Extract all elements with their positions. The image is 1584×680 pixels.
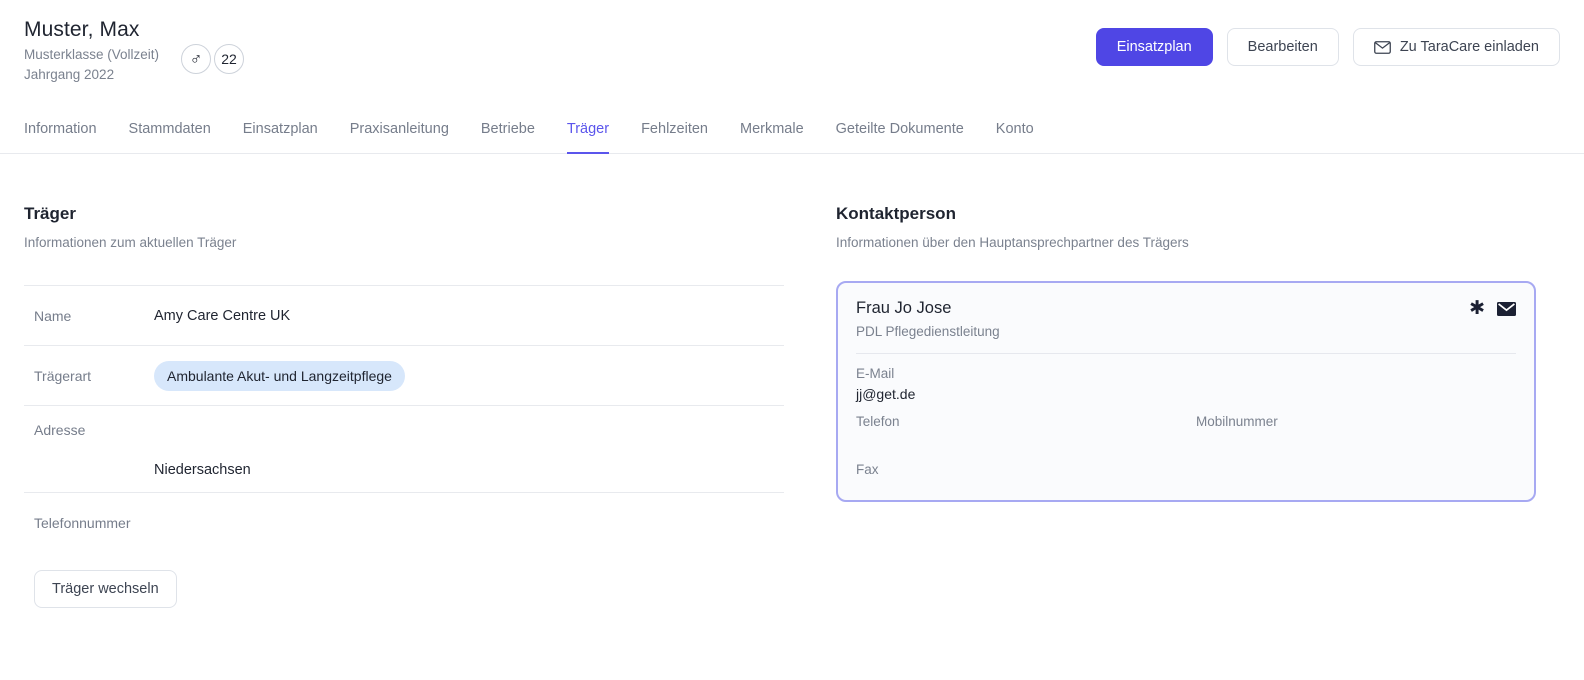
contact-person-card[interactable]: Frau Jo Jose PDL Pflegedienstleitung ✱ E… [836, 281, 1536, 502]
student-class: Musterklasse (Vollzeit) [24, 47, 160, 62]
traeger-label-traegerart: Trägerart [34, 367, 92, 384]
traeger-row-traegerart: Trägerart Ambulante Akut- und Langzeitpf… [24, 345, 784, 405]
page-title: Muster, Max [24, 18, 140, 41]
card-divider [856, 353, 1516, 354]
contact-email-label: E-Mail [856, 366, 895, 381]
mail-icon [1373, 40, 1391, 54]
contact-card-identity: Frau Jo Jose PDL Pflegedienstleitung [856, 297, 1000, 341]
traeger-label-adresse: Adresse [34, 422, 86, 438]
tab-betriebe[interactable]: Betriebe [465, 119, 551, 153]
contact-phone-value [856, 432, 1196, 452]
tab-praxisanleitung[interactable]: Praxisanleitung [334, 119, 465, 153]
tab-merkmale[interactable]: Merkmale [724, 119, 820, 153]
identity-meta: Musterklasse (Vollzeit) Jahrgang 2022 [24, 45, 159, 85]
contact-fax-label: Fax [856, 462, 879, 477]
contact-email-value: jj@get.de [856, 386, 916, 402]
contact-name: Frau Jo Jose [856, 299, 952, 317]
kontaktperson-section: Kontaktperson Informationen über den Hau… [836, 202, 1536, 608]
traeger-row-adresse: Adresse Niedersachsen [24, 405, 784, 492]
tab-einsatzplan[interactable]: Einsatzplan [227, 119, 334, 153]
invite-taracare-button[interactable]: Zu TaraCare einladen [1352, 28, 1560, 66]
invite-taracare-label: Zu TaraCare einladen [1399, 39, 1539, 55]
contact-email-field: E-Mail jj@get.de [856, 364, 1516, 404]
traeger-row-name: Name Amy Care Centre UK [24, 285, 784, 345]
contact-phone-label: Telefon [856, 414, 900, 429]
traeger-value-traegerart-wrap: Ambulante Akut- und Langzeitpflege [154, 360, 405, 391]
content-area: Träger Informationen zum aktuellen Träge… [0, 154, 1584, 608]
contact-fax-field: Fax [856, 460, 1516, 480]
kontaktperson-title: Kontaktperson [836, 204, 956, 223]
identity-badges: ♂ 22 [181, 44, 245, 74]
traeger-label-telefonnummer: Telefonnummer [34, 514, 131, 531]
asterisk-icon[interactable]: ✱ [1469, 299, 1485, 318]
traeger-row-telefonnummer: Telefonnummer [24, 492, 784, 552]
contact-card-icons: ✱ [1469, 297, 1516, 318]
traeger-section: Träger Informationen zum aktuellen Träge… [24, 202, 784, 608]
student-identity: Muster, Max Musterklasse (Vollzeit) Jahr… [24, 16, 245, 85]
page-header: Muster, Max Musterklasse (Vollzeit) Jahr… [0, 0, 1584, 85]
contact-card-body: E-Mail jj@get.de Telefon Mobilnummer Fax [838, 353, 1534, 500]
traeger-value-name: Amy Care Centre UK [154, 307, 291, 324]
einsatzplan-button[interactable]: Einsatzplan [1095, 28, 1213, 66]
tab-information[interactable]: Information [24, 119, 113, 153]
tab-traeger[interactable]: Träger [551, 119, 625, 154]
contact-phone-row: Telefon Mobilnummer [856, 412, 1516, 460]
tab-geteilte-dokumente[interactable]: Geteilte Dokumente [820, 119, 980, 153]
traeger-subtitle: Informationen zum aktuellen Träger [24, 235, 237, 250]
traeger-label-name: Name [34, 307, 72, 324]
contact-mobile-label: Mobilnummer [1196, 414, 1278, 429]
contact-phone-field: Telefon [856, 412, 1196, 452]
identity-details: Musterklasse (Vollzeit) Jahrgang 2022 ♂ … [24, 44, 245, 85]
traeger-detail-list: Name Amy Care Centre UK Trägerart Ambula… [24, 285, 784, 552]
student-year: Jahrgang 2022 [24, 67, 115, 82]
contact-card-header: Frau Jo Jose PDL Pflegedienstleitung ✱ [838, 283, 1534, 353]
tab-stammdaten[interactable]: Stammdaten [113, 119, 227, 153]
kontaktperson-subtitle: Informationen über den Hauptansprechpart… [836, 235, 1189, 250]
change-traeger-button[interactable]: Träger wechseln [34, 570, 177, 608]
traeger-title: Träger [24, 204, 76, 223]
traegerart-badge: Ambulante Akut- und Langzeitpflege [154, 360, 405, 391]
contact-mobile-field: Mobilnummer [1196, 412, 1534, 452]
edit-button[interactable]: Bearbeiten [1226, 28, 1339, 66]
gender-badge: ♂ [181, 44, 212, 74]
tab-konto[interactable]: Konto [980, 119, 1050, 153]
tab-fehlzeiten[interactable]: Fehlzeiten [625, 119, 724, 153]
contact-mobile-value [1196, 432, 1534, 452]
contact-role: PDL Pflegedienstleitung [856, 324, 1000, 339]
tab-bar: Information Stammdaten Einsatzplan Praxi… [0, 119, 1584, 154]
header-actions: Einsatzplan Bearbeiten Zu TaraCare einla… [1095, 16, 1560, 66]
age-badge: 22 [214, 44, 245, 74]
envelope-icon[interactable] [1497, 301, 1516, 316]
traeger-value-adresse: Niedersachsen [154, 462, 251, 478]
